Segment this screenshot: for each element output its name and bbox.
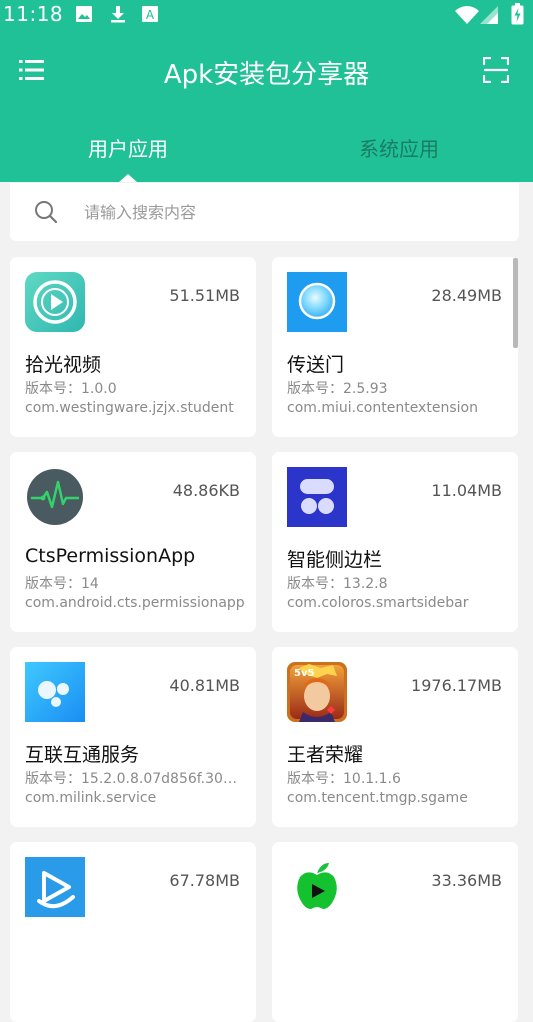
page-title: Apk安装包分享器 (163, 60, 370, 90)
app-size: 33.36MB (431, 871, 502, 890)
app-bar: Apk安装包分享器 用户应用 系统应用 (0, 30, 533, 182)
search-input[interactable] (84, 199, 484, 225)
scan-icon[interactable] (483, 57, 509, 83)
tab-user-apps[interactable]: 用户应用 (28, 133, 228, 162)
app-size: 67.78MB (169, 871, 240, 890)
signal-icon (480, 6, 498, 24)
blue-circle-icon (287, 272, 347, 332)
app-version: 版本号：13.2.8 (287, 576, 388, 592)
app-name: 互联互通服务 (25, 744, 140, 766)
app-card[interactable]: 67.78MB (10, 842, 256, 1022)
app-size: 51.51MB (169, 286, 240, 305)
status-bar: 11:18 A (0, 0, 533, 30)
app-package: com.miui.contentextension (287, 400, 478, 416)
play-circle-icon (25, 272, 85, 332)
app-package: com.coloros.smartsidebar (287, 595, 469, 611)
app-package: com.milink.service (25, 790, 157, 806)
status-time: 11:18 (3, 2, 64, 26)
app-card[interactable]: 40.81MB 互联互通服务 版本号：15.2.0.8.07d856f.3002… (10, 647, 256, 827)
svg-text:A: A (146, 8, 155, 22)
active-tab-indicator (119, 174, 137, 182)
app-name: 拾光视频 (25, 354, 102, 376)
app-version: 版本号：2.5.93 (287, 381, 388, 397)
app-card[interactable]: 51.51MB 拾光视频 版本号：1.0.0 com.westingware.j… (10, 257, 256, 437)
search-icon (35, 201, 58, 224)
svg-text:5v5: 5v5 (294, 668, 314, 679)
app-size: 28.49MB (431, 286, 502, 305)
app-package: com.android.cts.permissionapp (25, 595, 245, 611)
search-bar (10, 183, 519, 241)
app-card[interactable]: 48.86KB CtsPermissionApp 版本号：14 com.andr… (10, 452, 256, 632)
bubbles-icon (25, 662, 85, 722)
apple-play-icon (287, 857, 347, 917)
app-card[interactable]: 33.36MB (272, 842, 518, 1022)
app-size: 1976.17MB (411, 676, 502, 695)
sidebar-icon (287, 467, 347, 527)
app-size: 11.04MB (431, 481, 502, 500)
download-icon (111, 6, 125, 23)
battery-icon (511, 3, 524, 25)
app-version: 版本号：14 (25, 576, 99, 592)
blue-play-icon (25, 857, 85, 917)
image-icon (76, 6, 92, 22)
scrollbar[interactable] (513, 258, 518, 348)
app-version: 版本号：1.0.0 (25, 381, 117, 397)
wifi-icon (455, 6, 479, 24)
app-card[interactable]: 11.04MB 智能侧边栏 版本号：13.2.8 com.coloros.sma… (272, 452, 518, 632)
app-card[interactable]: 5v5 1976.17MB 王者荣耀 版本号：10.1.1.6 com.tenc… (272, 647, 518, 827)
font-icon: A (142, 6, 158, 22)
app-package: com.tencent.tmgp.sgame (287, 790, 468, 806)
app-name: 传送门 (287, 354, 345, 376)
app-name: 智能侧边栏 (287, 549, 383, 571)
app-name: 王者荣耀 (287, 744, 364, 766)
app-version: 版本号：10.1.1.6 (287, 771, 401, 787)
app-card[interactable]: 28.49MB 传送门 版本号：2.5.93 com.miui.contente… (272, 257, 518, 437)
app-name: CtsPermissionApp (25, 545, 196, 567)
app-size: 40.81MB (169, 676, 240, 695)
game-avatar-icon: 5v5 (287, 662, 347, 722)
app-size: 48.86KB (172, 481, 240, 500)
app-package: com.westingware.jzjx.student (25, 400, 234, 416)
tab-system-apps[interactable]: 系统应用 (299, 133, 499, 162)
app-version: 版本号：15.2.0.8.07d856f.3002… (25, 771, 245, 787)
heartbeat-icon (25, 467, 85, 527)
